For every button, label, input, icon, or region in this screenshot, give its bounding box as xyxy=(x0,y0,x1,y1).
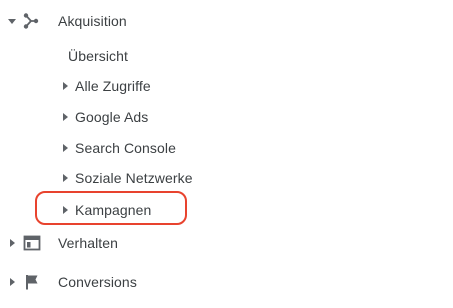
chevron-right-icon[interactable] xyxy=(10,278,15,286)
behavior-window-icon xyxy=(23,234,41,252)
sidebar-section-label: Akquisition xyxy=(58,13,127,29)
sidebar-section-conversions[interactable]: Conversions xyxy=(0,268,453,296)
sidebar-item-search-console[interactable]: Search Console xyxy=(0,134,453,162)
sidebar-item-label: Search Console xyxy=(75,140,177,156)
flag-icon xyxy=(23,273,41,291)
sidebar-item-label: Alle Zugriffe xyxy=(75,78,151,94)
chevron-right-icon xyxy=(63,174,68,182)
sidebar-section-behavior[interactable]: Verhalten xyxy=(0,229,453,257)
sidebar-section-label: Verhalten xyxy=(58,235,119,251)
sidebar-item-all-traffic[interactable]: Alle Zugriffe xyxy=(0,72,453,100)
chevron-down-icon[interactable] xyxy=(8,19,16,24)
chevron-right-icon xyxy=(63,144,68,152)
chevron-right-icon xyxy=(63,113,68,121)
chevron-right-icon xyxy=(63,82,68,90)
sidebar-item-label: Soziale Netzwerke xyxy=(75,170,193,186)
chevron-right-icon xyxy=(63,206,68,214)
sidebar-item-label: Kampagnen xyxy=(75,202,152,218)
sidebar-item-overview[interactable]: Übersicht xyxy=(0,42,453,70)
sidebar-section-label: Conversions xyxy=(58,274,137,290)
chevron-right-icon[interactable] xyxy=(10,239,15,247)
sidebar-item-google-ads[interactable]: Google Ads xyxy=(0,103,453,131)
sidebar-section-acquisition[interactable]: Akquisition xyxy=(0,7,453,35)
sidebar-item-label: Google Ads xyxy=(75,109,149,125)
sidebar-item-campaigns[interactable]: Kampagnen xyxy=(0,196,453,224)
sidebar-item-social[interactable]: Soziale Netzwerke xyxy=(0,164,453,192)
acquisition-icon xyxy=(22,12,40,30)
sidebar-item-label: Übersicht xyxy=(68,48,129,64)
sidebar-nav: Akquisition Übersicht Alle Zugriffe Goog… xyxy=(0,0,453,308)
